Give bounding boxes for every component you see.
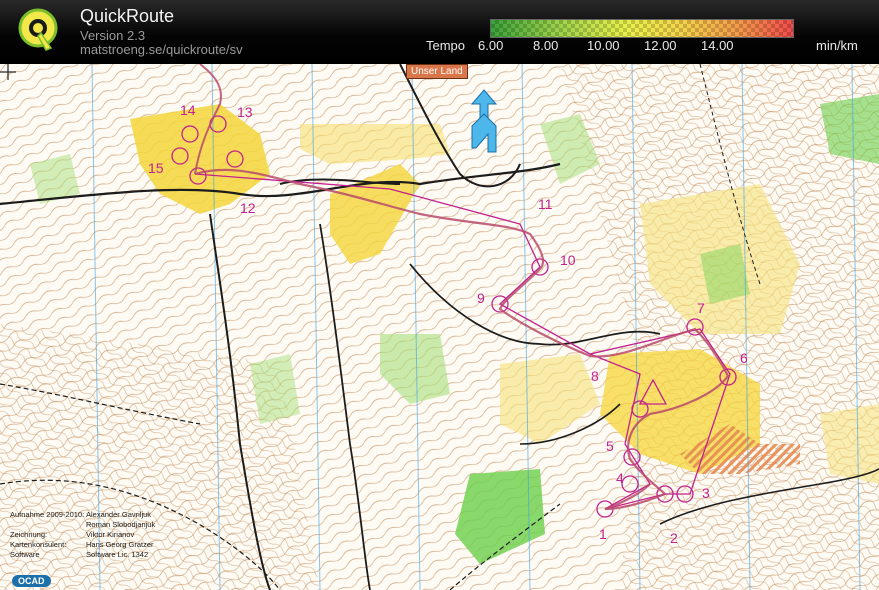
- app-version: Version 2.3: [80, 28, 146, 43]
- pace-tick: 6.00: [478, 38, 504, 53]
- pace-tick: 12.00: [644, 38, 677, 53]
- control-number: 15: [148, 160, 164, 176]
- control-number: 14: [180, 102, 196, 118]
- pace-tick: 8.00: [533, 38, 559, 53]
- app-header: QuickRoute Version 2.3 matstroeng.se/qui…: [0, 0, 879, 64]
- pace-tick: 10.00: [587, 38, 620, 53]
- pace-tick: 14.00: [701, 38, 734, 53]
- pace-legend-label: Tempo: [426, 38, 466, 53]
- control-number: 10: [560, 252, 576, 268]
- quickroute-logo-icon: [18, 8, 58, 51]
- app-url[interactable]: matstroeng.se/quickroute/sv: [80, 42, 243, 57]
- map-credits: Aufnahme 2009-2010: Alexander Gavriljuk R…: [10, 510, 156, 559]
- control-number: 3: [702, 485, 710, 501]
- control-number: 1: [599, 526, 607, 542]
- control-number: 8: [591, 368, 599, 384]
- crosshair-icon: [0, 64, 16, 80]
- app-title: QuickRoute: [80, 6, 175, 26]
- control-number: 12: [240, 200, 256, 216]
- control-number: 7: [697, 300, 705, 316]
- control-number: 11: [538, 196, 553, 212]
- control-number: 13: [237, 104, 253, 120]
- pace-unit: min/km: [816, 38, 858, 53]
- control-number: 9: [477, 290, 485, 306]
- control-number: 2: [670, 530, 678, 546]
- control-number: 4: [616, 470, 624, 486]
- ocad-logo: OCAD: [12, 575, 51, 587]
- control-number: 6: [740, 350, 748, 366]
- place-sign: Unser Land: [406, 64, 468, 79]
- control-number: 5: [606, 438, 614, 454]
- orienteering-map[interactable]: Unser Land 14 13 15 12 11 10 9 7 6 8 5 4…: [0, 64, 879, 590]
- pace-color-scale: [490, 19, 794, 38]
